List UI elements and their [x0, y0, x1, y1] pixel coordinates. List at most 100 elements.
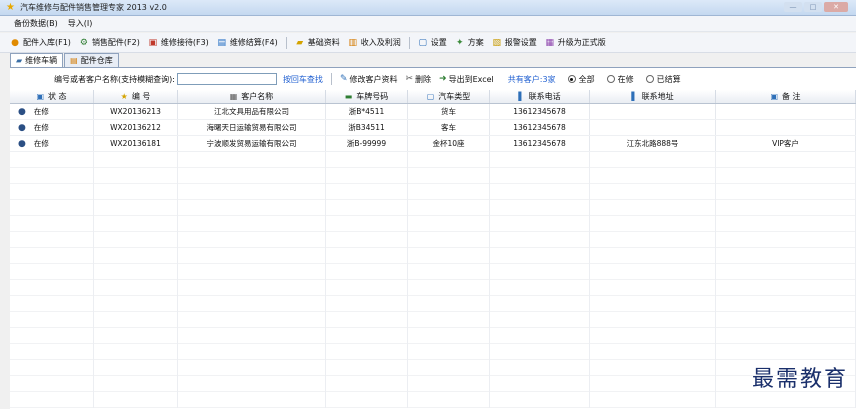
toolbar-button-6[interactable]: ▢ 设置: [418, 37, 446, 48]
empty-cell: [590, 280, 716, 296]
delete-button[interactable]: ✂ 删除: [405, 74, 431, 85]
column-header-4[interactable]: ▢ 汽车类型: [408, 90, 490, 103]
empty-cell: [326, 264, 408, 280]
delete-label: 删除: [415, 74, 432, 84]
empty-cell: [10, 200, 94, 216]
cell-text: 13612345678: [513, 107, 566, 116]
column-header-6[interactable]: ▌ 联系地址: [590, 90, 716, 103]
empty-cell: [94, 248, 178, 264]
plan-icon: ✦: [455, 37, 464, 48]
column-header-label: 编 号: [131, 92, 151, 101]
toolbar-button-5[interactable]: ▥ 收入及利润: [348, 37, 401, 48]
toolbar-button-3[interactable]: ▤ 维修结算(F4): [217, 37, 278, 48]
column-header-label: 汽车类型: [438, 92, 471, 101]
cell-text: 货车: [441, 107, 456, 116]
export-excel-button[interactable]: ➜ 导出到Excel: [439, 74, 494, 85]
toolbar-button-0[interactable]: ● 配件入库(F1): [10, 37, 71, 48]
maximize-button[interactable]: □: [804, 2, 822, 12]
empty-row: [10, 344, 856, 360]
find-link[interactable]: 按回车查找: [283, 74, 323, 85]
table-row[interactable]: ● 在修 WX20136181 宁波顺发贸易运输有限公司 浙B-99999 金杯10座 13…: [10, 136, 856, 152]
empty-cell: [326, 248, 408, 264]
empty-row: [10, 264, 856, 280]
toolbar-button-1[interactable]: ⚙ 销售配件(F2): [79, 37, 140, 48]
empty-row: [10, 200, 856, 216]
radio-in-repair[interactable]: 在修: [606, 74, 634, 85]
table-cell: 江北文具用品有限公司: [178, 104, 326, 119]
toolbar-button-label: 维修结算(F4): [229, 38, 278, 47]
toolbar-button-9[interactable]: ▦ 升级为正式版: [545, 37, 605, 48]
empty-cell: [94, 216, 178, 232]
column-header-label: 客户名称: [241, 92, 274, 101]
column-header-2[interactable]: ▦ 客户名称: [178, 90, 326, 103]
toolbar-button-8[interactable]: ▧ 报警设置: [492, 37, 536, 48]
column-header-7[interactable]: ▣ 备 注: [716, 90, 856, 103]
person-icon: ●: [18, 106, 26, 117]
cell-text: 宁波顺发贸易运输有限公司: [206, 139, 297, 148]
filter-bar: 编号或者客户名称(支持模糊查询): 按回车查找 ✎ 修改客户资料 ✂ 删除 ➜ …: [10, 71, 856, 87]
empty-cell: [590, 216, 716, 232]
toolbar-button-7[interactable]: ✦ 方案: [455, 37, 484, 48]
plate-icon: ▬: [344, 92, 353, 101]
menu-import[interactable]: 导入(I): [68, 18, 93, 29]
empty-cell: [408, 232, 490, 248]
cell-text: 金杯10座: [432, 139, 465, 148]
edit-customer-label: 修改客户资料: [349, 74, 398, 84]
empty-cell: [178, 200, 326, 216]
empty-cell: [10, 152, 94, 168]
minimize-button[interactable]: —: [784, 2, 802, 12]
empty-cell: [326, 376, 408, 392]
alarm-icon: ▧: [492, 37, 501, 48]
toolbar-button-label: 配件入库(F1): [23, 38, 71, 47]
empty-cell: [408, 312, 490, 328]
empty-cell: [716, 184, 856, 200]
empty-cell: [590, 360, 716, 376]
upgrade-icon: ▦: [545, 37, 554, 48]
toolbar-button-4[interactable]: ▰ 基础资料: [295, 37, 339, 48]
empty-cell: [326, 312, 408, 328]
empty-cell: [94, 344, 178, 360]
tab-repair-vehicles[interactable]: ▰ 维修车辆: [10, 53, 64, 67]
radio-label: 已结算: [656, 74, 681, 84]
tab-parts-warehouse[interactable]: ▤ 配件仓库: [64, 53, 119, 67]
folder-icon: ▰: [296, 37, 304, 48]
radio-all[interactable]: 全部: [567, 74, 595, 85]
empty-cell: [590, 376, 716, 392]
number-icon: ★: [120, 92, 128, 101]
table-row[interactable]: ● 在修 WX20136212 海曙天日运输贸易有限公司 浙B34511 客车 136123…: [10, 120, 856, 136]
column-header-3[interactable]: ▬ 车牌号码: [326, 90, 408, 103]
cell-text: 在修: [33, 139, 49, 148]
empty-cell: [94, 184, 178, 200]
column-header-1[interactable]: ★ 编 号: [94, 90, 178, 103]
table-row[interactable]: ● 在修 WX20136213 江北文具用品有限公司 浙B*4511 货车 13612345…: [10, 104, 856, 120]
radio-settled[interactable]: 已结算: [645, 74, 681, 85]
empty-cell: [590, 248, 716, 264]
empty-cell: [590, 344, 716, 360]
empty-cell: [590, 184, 716, 200]
edit-customer-button[interactable]: ✎ 修改客户资料: [340, 74, 398, 85]
empty-row: [10, 312, 856, 328]
close-button[interactable]: ✕: [824, 2, 848, 12]
menu-backup[interactable]: 备份数据(B): [14, 18, 58, 29]
app-star-icon: ★: [6, 1, 15, 13]
toolbar-button-label: 收入及利润: [360, 38, 401, 47]
empty-cell: [490, 248, 590, 264]
empty-cell: [490, 216, 590, 232]
column-header-label: 车牌号码: [356, 92, 389, 101]
window-title: 汽车维修与配件销售管理专家 2013 v2.0: [20, 3, 167, 12]
empty-row: [10, 248, 856, 264]
search-input[interactable]: [176, 73, 277, 85]
empty-cell: [326, 392, 408, 408]
column-header-0[interactable]: ▣ 状 态: [10, 90, 94, 103]
empty-cell: [94, 296, 178, 312]
table-cell: 金杯10座: [408, 136, 490, 151]
cell-text: 在修: [33, 123, 49, 132]
empty-cell: [10, 312, 94, 328]
toolbar-button-2[interactable]: ▣ 维修接待(F3): [148, 37, 209, 48]
column-header-5[interactable]: ▌ 联系电话: [490, 90, 590, 103]
empty-cell: [490, 360, 590, 376]
empty-cell: [10, 216, 94, 232]
toolbar-button-label: 维修接待(F3): [160, 38, 209, 47]
empty-cell: [408, 248, 490, 264]
export-icon: ➜: [439, 74, 447, 84]
